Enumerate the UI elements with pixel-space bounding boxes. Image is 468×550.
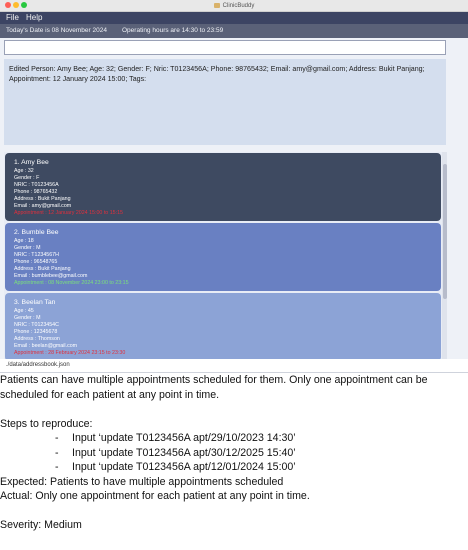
bug-report: Patients can have multiple appointments … — [0, 373, 468, 550]
menu-bar: File Help — [0, 12, 468, 24]
operating-hours-text: Operating hours are 14:30 to 23:59 — [122, 27, 224, 34]
step-item: Input ‘update T0123456A apt/12/01/2024 1… — [0, 460, 468, 475]
save-location-path: ./data/addressbook.json — [6, 362, 70, 368]
patient-gender: Gender : F — [14, 175, 40, 181]
patient-card[interactable]: 3. Beelan Tan Age : 45 Gender : M NRIC :… — [5, 293, 441, 359]
patient-list[interactable]: 1. Amy Bee Age : 32 Gender : F NRIC : T0… — [4, 152, 446, 359]
steps-heading: Steps to reproduce: — [0, 417, 93, 430]
patient-appointment: Appointment : 12 January 2024 15:00 to 1… — [14, 210, 123, 216]
patient-nric: NRIC : T0123456A — [14, 182, 59, 188]
result-display: Edited Person: Amy Bee; Age: 32; Gender:… — [4, 59, 446, 145]
patient-phone: Phone : 98765432 — [14, 189, 58, 195]
patient-phone: Phone : 12345678 — [14, 329, 58, 335]
patient-nric: NRIC : T0123454C — [14, 322, 59, 328]
actual-result: Actual: Only one appointment for each pa… — [0, 490, 310, 502]
menu-file[interactable]: File — [6, 13, 19, 22]
patient-address: Address : Thomson — [14, 336, 60, 342]
patient-card[interactable]: 2. Bumble Bee Age : 18 Gender : M NRIC :… — [5, 223, 441, 291]
expected-result: Expected: Patients to have multiple appo… — [0, 475, 284, 488]
window-title: ClinicBuddy — [0, 0, 468, 11]
patient-appointment: Appointment : 08 November 2024 23:00 to … — [14, 280, 129, 286]
patient-age: Age : 45 — [14, 308, 34, 314]
patient-appointment: Appointment : 28 February 2024 23:15 to … — [14, 350, 126, 356]
window-title-text: ClinicBuddy — [222, 2, 255, 9]
severity-label: Severity: Medium — [0, 519, 82, 531]
patient-age: Age : 18 — [14, 238, 34, 244]
patient-gender: Gender : M — [14, 245, 41, 251]
patient-name: 3. Beelan Tan — [14, 299, 56, 306]
patient-email: Email : bumblebee@gmail.com — [14, 273, 88, 279]
menu-help[interactable]: Help — [26, 13, 42, 22]
bug-description: Patients can have multiple appointments … — [0, 374, 428, 401]
patient-email: Email : beelan@gmail.com — [14, 343, 78, 349]
window-title-bar: ClinicBuddy — [0, 0, 468, 12]
patient-phone: Phone : 96548765 — [14, 259, 58, 265]
save-location-bar: ./data/addressbook.json — [0, 359, 468, 373]
status-bar: Today's Date is 08 November 2024 Operati… — [0, 24, 468, 38]
patient-address: Address : Bukit Panjang — [14, 196, 71, 202]
app-folder-icon — [213, 3, 220, 8]
command-input[interactable] — [4, 40, 446, 55]
result-text: Edited Person: Amy Bee; Age: 32; Gender:… — [9, 65, 425, 83]
patient-age: Age : 32 — [14, 168, 34, 174]
todays-date-text: Today's Date is 08 November 2024 — [6, 27, 107, 34]
scrollbar-thumb[interactable] — [442, 164, 447, 299]
patient-name: 1. Amy Bee — [14, 159, 49, 166]
patient-address: Address : Bukit Panjang — [14, 266, 71, 272]
patient-list-scrollbar[interactable] — [442, 152, 447, 359]
patient-email: Email : amy@gmail.com — [14, 203, 72, 209]
patient-gender: Gender : M — [14, 315, 41, 321]
patient-card[interactable]: 1. Amy Bee Age : 32 Gender : F NRIC : T0… — [5, 153, 441, 221]
step-item: Input ‘update T0123456A apt/29/10/2023 1… — [0, 431, 468, 446]
steps-list: Input ‘update T0123456A apt/29/10/2023 1… — [0, 431, 468, 475]
patient-nric: NRIC : T1234567H — [14, 252, 59, 258]
step-item: Input ‘update T0123456A apt/30/12/2025 1… — [0, 446, 468, 461]
patient-name: 2. Bumble Bee — [14, 229, 59, 236]
